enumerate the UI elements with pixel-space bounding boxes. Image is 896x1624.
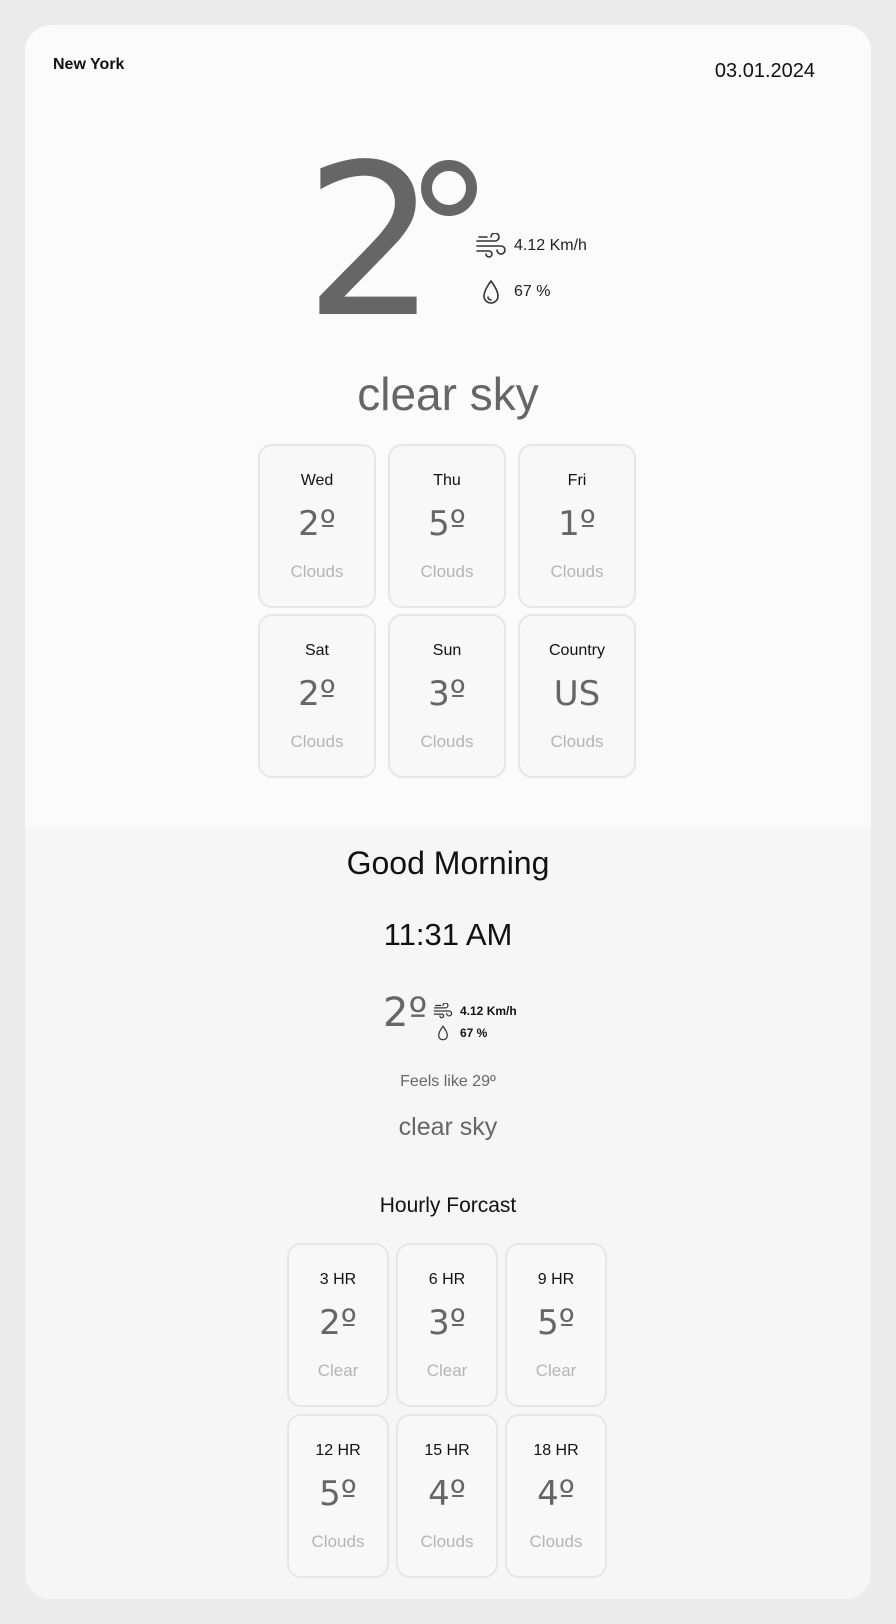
current-temperature: 2 <box>304 119 438 364</box>
greeting: Good Morning <box>346 845 550 881</box>
daily-forecast-grid: Wed 2º Clouds Thu 5º Clouds Fri 1º Cloud… <box>258 444 636 778</box>
hourly-desc: Clouds <box>529 1532 583 1551</box>
hourly-forecast-grid: 3 HR 2º Clear 6 HR 3º Clear 9 HR 5º Clea… <box>287 1243 607 1578</box>
forecast-temp: 2º <box>298 504 336 544</box>
humidity: 67 % <box>474 277 550 307</box>
hourly-time: 15 HR <box>424 1442 470 1459</box>
forecast-tile: Fri 1º Clouds <box>518 444 636 608</box>
hourly-tile: 12 HR 5º Clouds <box>287 1414 389 1578</box>
forecast-desc: Clouds <box>550 562 604 581</box>
forecast-day: Thu <box>433 472 461 489</box>
weather-card: New York 03.01.2024 2 4.12 Km/h 67 % cle… <box>25 25 871 1599</box>
hourly-tile: 6 HR 3º Clear <box>396 1243 498 1407</box>
current-time: 11:31 AM <box>383 917 513 952</box>
hourly-tile: 3 HR 2º Clear <box>287 1243 389 1407</box>
droplet-icon <box>474 277 508 307</box>
forecast-desc: Clouds <box>420 562 474 581</box>
hourly-temp: 5º <box>537 1303 575 1343</box>
forecast-day: Sat <box>304 642 329 659</box>
hourly-temp: 5º <box>319 1474 357 1514</box>
forecast-temp: 3º <box>428 674 466 714</box>
country-label: Country <box>548 642 606 659</box>
summary-condition: clear sky <box>398 1113 498 1141</box>
forecast-day: Sun <box>432 642 462 659</box>
forecast-day: Wed <box>300 472 334 489</box>
humidity-value: 67 % <box>514 283 551 300</box>
forecast-tile: Sun 3º Clouds <box>388 614 506 778</box>
feels-like: Feels like 29º <box>400 1073 496 1090</box>
hourly-time: 12 HR <box>315 1442 361 1459</box>
hourly-tile: 15 HR 4º Clouds <box>396 1414 498 1578</box>
droplet-icon <box>432 1023 454 1043</box>
forecast-day: Fri <box>567 472 587 489</box>
country-code: US <box>553 674 601 714</box>
hourly-desc: Clouds <box>420 1532 474 1551</box>
hourly-temp: 4º <box>428 1474 466 1514</box>
summary-humidity: 67 % <box>432 1023 487 1043</box>
forecast-desc: Clouds <box>290 562 344 581</box>
hourly-time: 18 HR <box>533 1442 579 1459</box>
forecast-desc: Clouds <box>550 732 604 751</box>
forecast-tile: Sat 2º Clouds <box>258 614 376 778</box>
forecast-tile: Wed 2º Clouds <box>258 444 376 608</box>
hourly-temp: 4º <box>537 1474 575 1514</box>
wind-icon <box>432 1001 454 1021</box>
forecast-temp: 1º <box>558 504 596 544</box>
summary-temperature: 2º <box>383 990 428 1036</box>
degree-symbol <box>421 160 477 216</box>
hourly-tile: 18 HR 4º Clouds <box>505 1414 607 1578</box>
weather-condition: clear sky <box>357 368 539 420</box>
hourly-time: 9 HR <box>537 1271 575 1288</box>
forecast-desc: Clouds <box>290 732 344 751</box>
hourly-desc: Clear <box>317 1361 359 1380</box>
hourly-desc: Clear <box>426 1361 468 1380</box>
current-date: 03.01.2024 <box>714 60 815 82</box>
hourly-desc: Clear <box>535 1361 577 1380</box>
summary-wind-value: 4.12 Km/h <box>460 1004 517 1018</box>
current-weather-section: New York 03.01.2024 2 4.12 Km/h 67 % cle… <box>25 25 871 827</box>
summary-section: Good Morning 11:31 AM 2º 4.12 Km/h 67 % <box>25 827 871 1599</box>
forecast-temp: 2º <box>298 674 336 714</box>
hourly-temp: 2º <box>319 1303 357 1343</box>
forecast-temp: 5º <box>428 504 466 544</box>
hourly-desc: Clouds <box>311 1532 365 1551</box>
summary-humidity-value: 67 % <box>460 1026 488 1040</box>
summary-wind: 4.12 Km/h <box>432 1001 517 1021</box>
forecast-desc: Clouds <box>420 732 474 751</box>
city-name: New York <box>53 56 125 73</box>
country-tile: Country US Clouds <box>518 614 636 778</box>
wind-icon <box>474 231 508 261</box>
forecast-tile: Thu 5º Clouds <box>388 444 506 608</box>
wind-value: 4.12 Km/h <box>514 237 587 254</box>
hourly-temp: 3º <box>428 1303 466 1343</box>
wind-speed: 4.12 Km/h <box>474 231 587 261</box>
hourly-forecast-title: Hourly Forcast <box>379 1194 517 1217</box>
hourly-tile: 9 HR 5º Clear <box>505 1243 607 1407</box>
hourly-time: 3 HR <box>319 1271 357 1288</box>
hourly-time: 6 HR <box>428 1271 466 1288</box>
